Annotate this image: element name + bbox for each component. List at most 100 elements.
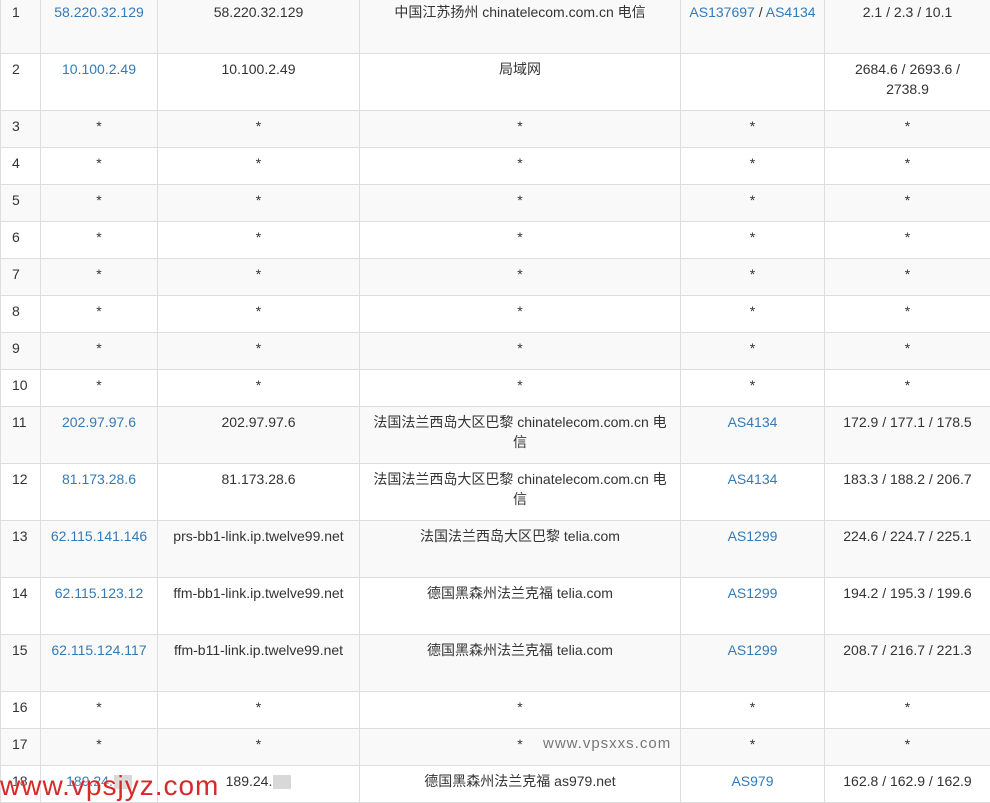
asn-cell: AS137697 / AS4134 <box>680 0 825 54</box>
asn-link[interactable]: AS1299 <box>728 528 778 544</box>
ip-cell: * <box>40 110 158 148</box>
hostname-cell: 202.97.97.6 <box>157 406 360 464</box>
hostname-text: * <box>255 303 262 319</box>
asn-text: * <box>749 303 756 319</box>
ip-link[interactable]: 10.100.2.49 <box>62 61 136 77</box>
location-cell: * <box>359 369 681 407</box>
hostname-cell: * <box>157 184 360 222</box>
location-cell: * <box>359 221 681 259</box>
hostname-text: prs-bb1-link.ip.twelve99.net <box>173 528 344 544</box>
location-cell: * <box>359 110 681 148</box>
table-row: 3 * * * * * <box>0 110 990 148</box>
location-cell: 局域网 <box>359 53 681 111</box>
ip-link[interactable]: 62.115.123.12 <box>55 585 144 601</box>
hostname-text: * <box>255 699 262 715</box>
asn-link[interactable]: AS1299 <box>728 642 778 658</box>
hostname-text: * <box>255 229 262 245</box>
asn-link[interactable]: AS137697 <box>689 4 754 20</box>
asn-cell: * <box>680 221 825 259</box>
location-cell: 德国黑森州法兰克福 telia.com <box>359 634 681 692</box>
hostname-cell: ffm-b11-link.ip.twelve99.net <box>157 634 360 692</box>
latency-cell: 162.8 / 162.9 / 162.9 <box>824 765 990 803</box>
latency-cell: 2684.6 / 2693.6 / 2738.9 <box>824 53 990 111</box>
location-cell: * <box>359 184 681 222</box>
hostname-text: 189.24. <box>225 773 273 789</box>
ip-cell: * <box>40 691 158 729</box>
hostname-cell: * <box>157 369 360 407</box>
latency-cell: * <box>824 369 990 407</box>
table-row: 11 202.97.97.6 202.97.97.6 法国法兰西岛大区巴黎 china… <box>0 406 990 464</box>
latency-cell: * <box>824 184 990 222</box>
ip-link[interactable]: 58.220.32.129 <box>54 4 144 20</box>
hop-cell: 1 <box>0 0 41 54</box>
latency-cell: * <box>824 258 990 296</box>
hostname-text: 202.97.97.6 <box>221 414 296 430</box>
hop-cell: 5 <box>0 184 41 222</box>
asn-cell: AS4134 <box>680 406 825 464</box>
latency-cell: * <box>824 332 990 370</box>
asn-link[interactable]: AS979 <box>731 773 773 789</box>
hop-cell: 16 <box>0 691 41 729</box>
hop-cell: 4 <box>0 147 41 185</box>
ip-cell: * <box>40 221 158 259</box>
hop-cell: 6 <box>0 221 41 259</box>
asn-cell: AS1299 <box>680 634 825 692</box>
asn-link[interactable]: AS4134 <box>766 4 816 20</box>
asn-cell: * <box>680 184 825 222</box>
asn-link[interactable]: AS4134 <box>728 414 778 430</box>
asn-text: * <box>749 377 756 393</box>
asn-cell: AS4134 <box>680 463 825 521</box>
hostname-text: * <box>255 192 262 208</box>
hostname-cell: * <box>157 728 360 766</box>
ip-cell: * <box>40 184 158 222</box>
asn-link[interactable]: AS4134 <box>728 471 778 487</box>
hostname-cell: 58.220.32.129 <box>157 0 360 54</box>
location-cell: 法国法兰西岛大区巴黎 chinatelecom.com.cn 电信 <box>359 463 681 521</box>
ip-cell: 81.173.28.6 <box>40 463 158 521</box>
table-row: 1 58.220.32.129 58.220.32.129 中国江苏扬州 chinat… <box>0 0 990 54</box>
latency-cell: * <box>824 691 990 729</box>
location-cell: 法国法兰西岛大区巴黎 chinatelecom.com.cn 电信 <box>359 406 681 464</box>
table-row: 16 * * * * * <box>0 691 990 729</box>
hostname-text: 81.173.28.6 <box>221 471 296 487</box>
hostname-cell: * <box>157 258 360 296</box>
ip-cell: 10.100.2.49 <box>40 53 158 111</box>
hop-cell: 11 <box>0 406 41 464</box>
ip-cell: 58.220.32.129 <box>40 0 158 54</box>
ip-cell: * <box>40 369 158 407</box>
latency-cell: * <box>824 728 990 766</box>
watermark-corner: www.vpsjyz.com <box>0 770 220 801</box>
table-row: 15 62.115.124.117 ffm-b11-link.ip.twelve99… <box>0 634 990 692</box>
asn-text: * <box>749 699 756 715</box>
asn-text: * <box>749 229 756 245</box>
ip-link[interactable]: 81.173.28.6 <box>62 471 136 487</box>
hostname-text: * <box>255 266 262 282</box>
ip-cell: * <box>40 295 158 333</box>
location-cell: * <box>359 258 681 296</box>
latency-cell: * <box>824 147 990 185</box>
hop-cell: 17 <box>0 728 41 766</box>
asn-cell: * <box>680 691 825 729</box>
ip-cell: 62.115.123.12 <box>40 577 158 635</box>
ip-link[interactable]: 202.97.97.6 <box>62 414 136 430</box>
latency-cell: * <box>824 221 990 259</box>
ip-link[interactable]: 62.115.141.146 <box>51 528 147 544</box>
ip-cell: 202.97.97.6 <box>40 406 158 464</box>
latency-cell: * <box>824 295 990 333</box>
ip-cell: 62.115.141.146 <box>40 520 158 578</box>
table-row: 9 * * * * * <box>0 332 990 370</box>
hostname-cell: 81.173.28.6 <box>157 463 360 521</box>
location-cell: 法国法兰西岛大区巴黎 telia.com <box>359 520 681 578</box>
hostname-text: * <box>255 377 262 393</box>
ip-link[interactable]: 62.115.124.117 <box>51 642 146 658</box>
ip-cell: * <box>40 147 158 185</box>
traceroute-table: 1 58.220.32.129 58.220.32.129 中国江苏扬州 chinat… <box>0 0 990 803</box>
table-row: 14 62.115.123.12 ffm-bb1-link.ip.twelve99.… <box>0 577 990 635</box>
asn-cell: AS1299 <box>680 577 825 635</box>
table-row: 13 62.115.141.146 prs-bb1-link.ip.twelve99… <box>0 520 990 578</box>
hostname-cell: * <box>157 110 360 148</box>
asn-cell: AS979 <box>680 765 825 803</box>
location-cell: * <box>359 147 681 185</box>
ip-cell: * <box>40 258 158 296</box>
asn-link[interactable]: AS1299 <box>728 585 778 601</box>
